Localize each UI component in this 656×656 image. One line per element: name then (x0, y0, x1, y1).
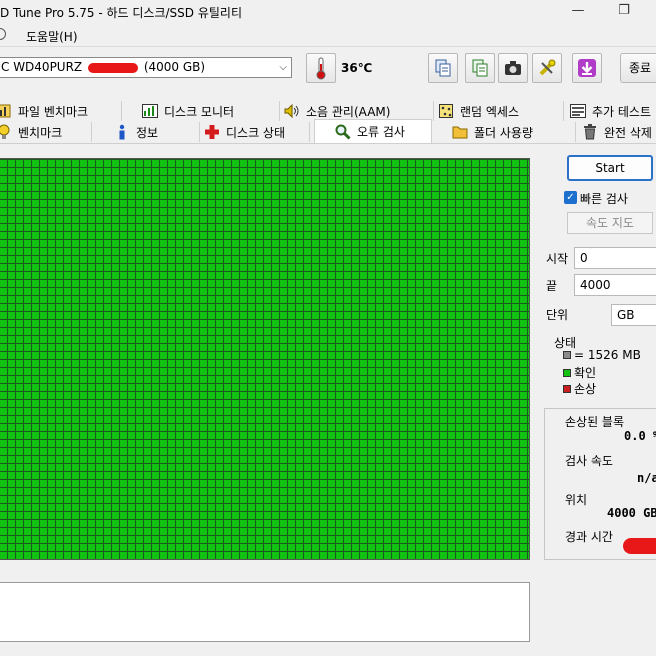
info-icon (114, 124, 130, 140)
restore-button[interactable]: ❐ (614, 2, 634, 20)
tab-label: 추가 테스트 (592, 104, 652, 119)
status-legend: 상태 = 1526 MB 확인 손상 (546, 336, 656, 399)
tab-extra-tests[interactable]: 추가 테스트 (570, 101, 656, 121)
scan-stats-panel: 손상된 블록 0.0 % 검사 속도 n/a 위치 4000 GB 경과 시간 (544, 408, 656, 560)
tab-label: 정보 (136, 125, 159, 140)
start-button[interactable]: Start (567, 155, 653, 181)
magnifier-icon (335, 124, 351, 140)
options-button[interactable] (532, 53, 562, 83)
red-square-icon (563, 385, 571, 393)
minimize-button[interactable]: — (568, 2, 588, 20)
scan-log-area (0, 582, 530, 642)
tab-label: 디스크 모니터 (164, 104, 235, 119)
end-field-label: 끝 (546, 279, 558, 293)
copy-info-button[interactable] (428, 53, 458, 83)
start-input[interactable]: 0 (574, 247, 656, 269)
tab-label: 랜덤 엑세스 (460, 104, 520, 119)
tab-disk-monitor[interactable]: 디스크 모니터 (142, 101, 280, 121)
speed-map-button[interactable]: 속도 지도 (567, 212, 653, 234)
tab-benchmark[interactable]: 벤치마크 (0, 122, 92, 142)
menu-help[interactable]: 도움말(H) (26, 28, 78, 45)
options-menu-icon[interactable] (0, 28, 6, 40)
save-button[interactable] (572, 53, 602, 83)
tab-info[interactable]: 정보 (114, 122, 200, 142)
drive-select[interactable]: C WD40PURZ (4000 GB) ⌵ (0, 57, 292, 78)
gray-square-icon (563, 351, 571, 359)
tab-noise-aam[interactable]: 소음 관리(AAM) (284, 101, 434, 121)
position-label: 위치 (565, 493, 588, 507)
elapsed-time-label: 경과 시간 (565, 530, 613, 544)
scan-speed-value: n/a (637, 471, 656, 485)
extra-tests-icon (570, 103, 586, 119)
legend-label: = 1526 MB (574, 348, 641, 362)
green-square-icon (563, 369, 571, 377)
window-title: D Tune Pro 5.75 - 하드 디스크/SSD 유틸리티 (0, 6, 243, 20)
title-bar: D Tune Pro 5.75 - 하드 디스크/SSD 유틸리티 — ❐ (0, 0, 656, 24)
legend-label: 확인 (574, 366, 597, 380)
chevron-down-icon: ⌵ (279, 62, 287, 73)
health-cross-icon (204, 124, 220, 140)
legend-ok: 확인 (563, 364, 596, 381)
damaged-blocks-label: 손상된 블록 (565, 415, 625, 429)
unit-select[interactable]: GB (611, 304, 656, 326)
tab-folder-usage[interactable]: 폴더 사용량 (452, 122, 576, 142)
tab-error-scan[interactable]: 오류 검사 (314, 119, 432, 143)
menu-bar: 도움말(H) (0, 24, 656, 47)
tab-label: 벤치마크 (18, 125, 63, 140)
file-benchmark-icon (0, 103, 12, 119)
drive-model: C WD40PURZ (1, 60, 83, 74)
tab-label: 오류 검사 (357, 125, 405, 139)
trash-icon (582, 124, 598, 140)
redaction-mark (623, 538, 656, 554)
thermometer-icon (316, 57, 326, 80)
legend-block-size: = 1526 MB (563, 348, 641, 362)
tab-label: 디스크 상태 (226, 125, 286, 140)
temperature-button[interactable] (306, 53, 336, 83)
disk-monitor-icon (142, 103, 158, 119)
benchmark-icon (0, 124, 12, 140)
unit-field-label: 단위 (546, 308, 569, 322)
quick-scan-label: 빠른 검사 (580, 192, 628, 206)
document-copy-icon (472, 59, 488, 77)
legend-label: 손상 (574, 382, 597, 396)
end-input[interactable]: 4000 (574, 274, 656, 296)
block-map-grid (0, 158, 530, 560)
redaction-mark (87, 62, 138, 73)
tab-random-access[interactable]: 랜덤 엑세스 (438, 101, 564, 121)
tab-file-benchmark[interactable]: 파일 벤치마크 (0, 101, 122, 121)
exit-button[interactable]: 종료 (620, 53, 656, 83)
tools-icon (539, 59, 556, 76)
download-arrow-icon (578, 59, 596, 77)
tab-label: 파일 벤치마크 (18, 104, 89, 119)
camera-icon (505, 61, 521, 75)
copy-icon (435, 59, 451, 77)
folder-icon (452, 124, 468, 140)
temperature-readout: 36℃ (341, 61, 373, 75)
damaged-blocks-value: 0.0 % (624, 429, 656, 443)
tab-label: 소음 관리(AAM) (306, 104, 391, 119)
tab-secure-erase[interactable]: 완전 삭제 (582, 122, 656, 142)
tab-label: 완전 삭제 (604, 125, 652, 140)
start-field-label: 시작 (546, 252, 569, 266)
tab-label: 폴더 사용량 (474, 125, 534, 140)
position-value: 4000 GB (607, 506, 656, 520)
copy-text-button[interactable] (465, 53, 495, 83)
drive-capacity: (4000 GB) (143, 60, 206, 74)
screenshot-button[interactable] (498, 53, 528, 83)
random-access-icon (438, 103, 454, 119)
tab-disk-health[interactable]: 디스크 상태 (204, 122, 310, 142)
scan-speed-label: 검사 속도 (565, 454, 613, 468)
legend-damaged: 손상 (563, 380, 596, 397)
speaker-icon (284, 103, 300, 119)
quick-scan-checkbox[interactable]: ✓ (564, 191, 577, 204)
tab-row-lower: 벤치마크 정보 디스크 상태 오류 검사 폴더 사용량 완전 삭제 (0, 119, 656, 144)
